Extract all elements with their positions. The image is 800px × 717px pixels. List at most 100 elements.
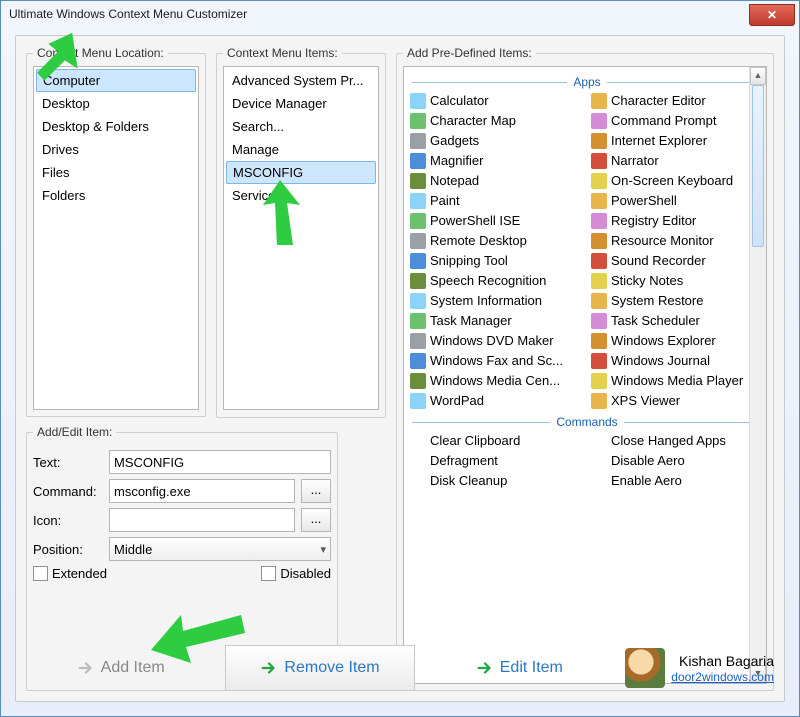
predefined-app-item[interactable]: XPS Viewer	[589, 391, 766, 411]
location-item[interactable]: Drives	[34, 138, 198, 161]
app-label: Remote Desktop	[430, 232, 527, 250]
predefined-app-item[interactable]: Calculator	[408, 91, 585, 111]
predefined-app-item[interactable]: Character Editor	[589, 91, 766, 111]
app-label: System Restore	[611, 292, 703, 310]
command-icon	[591, 433, 607, 449]
predefined-app-item[interactable]: On-Screen Keyboard	[589, 171, 766, 191]
menu-item[interactable]: Manage	[224, 138, 378, 161]
predefined-app-item[interactable]: Sound Recorder	[589, 251, 766, 271]
predefined-app-item[interactable]: Resource Monitor	[589, 231, 766, 251]
predefined-app-item[interactable]: Snipping Tool	[408, 251, 585, 271]
predefined-app-item[interactable]: Windows DVD Maker	[408, 331, 585, 351]
author-name: Kishan Bagaria	[671, 653, 774, 669]
items-listbox[interactable]: Advanced System Pr...Device ManagerSearc…	[223, 66, 379, 410]
credits: Kishan Bagaria door2windows.com	[624, 648, 774, 688]
app-icon	[410, 293, 426, 309]
predefined-command-item[interactable]: Disable Aero	[589, 451, 766, 471]
predefined-app-item[interactable]: WordPad	[408, 391, 585, 411]
predefined-command-item[interactable]: Enable Aero	[589, 471, 766, 491]
app-label: Magnifier	[430, 152, 483, 170]
menu-item[interactable]: Search...	[224, 115, 378, 138]
extended-checkbox[interactable]: Extended	[33, 566, 107, 581]
predefined-app-item[interactable]: Paint	[408, 191, 585, 211]
predefined-app-item[interactable]: Sticky Notes	[589, 271, 766, 291]
arrow-right-icon	[260, 659, 278, 677]
location-group: Context Menu Location: ComputerDesktopDe…	[26, 46, 206, 417]
edit-item-button[interactable]: Edit Item	[425, 645, 614, 691]
predefined-command-item[interactable]: Defragment	[408, 451, 585, 471]
author-avatar-icon	[625, 648, 665, 688]
predefined-app-item[interactable]: System Restore	[589, 291, 766, 311]
predefined-app-item[interactable]: Internet Explorer	[589, 131, 766, 151]
close-button[interactable]: ✕	[749, 4, 795, 26]
app-label: Character Map	[430, 112, 516, 130]
predefined-app-item[interactable]: Notepad	[408, 171, 585, 191]
predefined-app-item[interactable]: PowerShell ISE	[408, 211, 585, 231]
predefined-app-item[interactable]: Gadgets	[408, 131, 585, 151]
predefined-app-item[interactable]: Windows Explorer	[589, 331, 766, 351]
scroll-up-button[interactable]: ▲	[750, 67, 766, 85]
predefined-app-item[interactable]: Magnifier	[408, 151, 585, 171]
predefined-group: Add Pre-Defined Items: Apps CalculatorCh…	[396, 46, 774, 691]
predefined-app-item[interactable]: Character Map	[408, 111, 585, 131]
author-link[interactable]: door2windows.com	[671, 670, 774, 684]
app-window: Ultimate Windows Context Menu Customizer…	[0, 0, 800, 717]
app-label: Task Manager	[430, 312, 512, 330]
predefined-app-item[interactable]: System Information	[408, 291, 585, 311]
predefined-listview[interactable]: Apps CalculatorCharacter EditorCharacter…	[403, 66, 767, 684]
client-area: Context Menu Location: ComputerDesktopDe…	[15, 35, 785, 702]
predefined-command-item[interactable]: Disk Cleanup	[408, 471, 585, 491]
predefined-app-item[interactable]: Windows Fax and Sc...	[408, 351, 585, 371]
app-label: Calculator	[430, 92, 489, 110]
menu-item[interactable]: MSCONFIG	[226, 161, 376, 184]
app-label: System Information	[430, 292, 542, 310]
app-label: On-Screen Keyboard	[611, 172, 733, 190]
arrow-right-icon	[476, 659, 494, 677]
predefined-app-item[interactable]: Narrator	[589, 151, 766, 171]
app-label: Task Scheduler	[611, 312, 700, 330]
location-item[interactable]: Folders	[34, 184, 198, 207]
predefined-app-item[interactable]: Windows Media Player	[589, 371, 766, 391]
remove-item-button[interactable]: Remove Item	[225, 645, 414, 691]
app-label: Windows Explorer	[611, 332, 716, 350]
position-label: Position:	[33, 542, 103, 557]
icon-label: Icon:	[33, 513, 103, 528]
command-icon	[410, 433, 426, 449]
add-item-button[interactable]: Add Item	[26, 645, 215, 691]
scroll-thumb[interactable]	[752, 85, 764, 247]
predefined-app-item[interactable]: Windows Journal	[589, 351, 766, 371]
predefined-app-item[interactable]: Command Prompt	[589, 111, 766, 131]
predefined-app-item[interactable]: Task Scheduler	[589, 311, 766, 331]
add-edit-group-label: Add/Edit Item:	[33, 425, 116, 439]
predefined-app-item[interactable]: Task Manager	[408, 311, 585, 331]
app-icon	[410, 313, 426, 329]
location-item[interactable]: Desktop & Folders	[34, 115, 198, 138]
menu-item[interactable]: Device Manager	[224, 92, 378, 115]
command-icon	[410, 453, 426, 469]
layout-row: Context Menu Location: ComputerDesktopDe…	[26, 46, 774, 691]
titlebar: Ultimate Windows Context Menu Customizer…	[1, 1, 799, 27]
predefined-command-item[interactable]: Clear Clipboard	[408, 431, 585, 451]
location-item[interactable]: Desktop	[34, 92, 198, 115]
predefined-app-item[interactable]: PowerShell	[589, 191, 766, 211]
predefined-app-item[interactable]: Registry Editor	[589, 211, 766, 231]
scrollbar[interactable]: ▲ ▼	[749, 67, 766, 683]
menu-item[interactable]: Services	[224, 184, 378, 207]
location-item[interactable]: Files	[34, 161, 198, 184]
left-column: Context Menu Location: ComputerDesktopDe…	[26, 46, 206, 691]
items-group-label: Context Menu Items:	[223, 46, 342, 60]
predefined-app-item[interactable]: Speech Recognition	[408, 271, 585, 291]
edit-item-label: Edit Item	[500, 659, 563, 677]
app-label: Internet Explorer	[611, 132, 707, 150]
menu-item[interactable]: Advanced System Pr...	[224, 69, 378, 92]
predefined-command-item[interactable]: Close Hanged Apps	[589, 431, 766, 451]
location-listbox[interactable]: ComputerDesktopDesktop & FoldersDrivesFi…	[33, 66, 199, 410]
app-label: Speech Recognition	[430, 272, 546, 290]
app-icon	[591, 353, 607, 369]
location-item[interactable]: Computer	[36, 69, 196, 92]
app-label: Windows Media Cen...	[430, 372, 560, 390]
predefined-app-item[interactable]: Windows Media Cen...	[408, 371, 585, 391]
app-icon	[410, 233, 426, 249]
predefined-app-item[interactable]: Remote Desktop	[408, 231, 585, 251]
checkbox-icon	[33, 566, 48, 581]
